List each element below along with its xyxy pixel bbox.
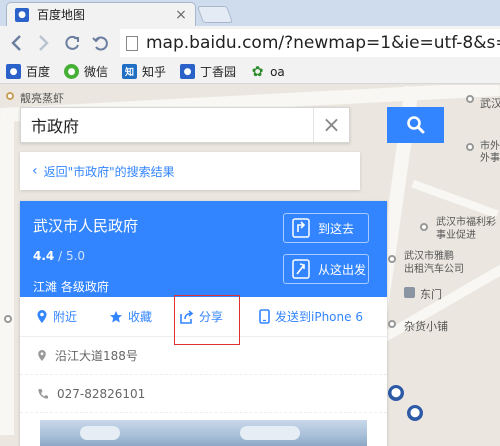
route-to-label: 到这去: [318, 221, 355, 236]
map-road: [0, 115, 14, 435]
phone-text[interactable]: 027-82826101: [57, 387, 145, 401]
undo-icon[interactable]: [86, 29, 114, 57]
map-label: 杂货小铺: [404, 320, 448, 333]
place-rating: 4.4 / 5.0: [33, 249, 85, 263]
location-pin-icon: [37, 310, 47, 323]
address-row: 沿江大道188号: [20, 337, 387, 375]
favorite-label: 收藏: [128, 310, 153, 324]
search-input[interactable]: 市政府: [31, 113, 313, 137]
telephone-icon: [38, 388, 48, 399]
route-from-here-button[interactable]: 从这出发: [283, 254, 369, 284]
route-from-label: 从这出发: [318, 262, 367, 277]
route-to-icon: [292, 218, 310, 238]
map-label: 外事办公: [480, 153, 500, 164]
bookmark-wechat[interactable]: ● 微信: [64, 63, 108, 80]
poi-marker[interactable]: [388, 255, 396, 263]
map-label: 武汉市福利彩: [436, 217, 496, 228]
poi-marker[interactable]: [420, 223, 428, 231]
send-to-phone-button[interactable]: 发送到iPhone 6: [259, 297, 363, 337]
bus-stop-icon[interactable]: ⬤: [388, 385, 404, 401]
bookmark-label: 知乎: [142, 65, 167, 79]
page-icon: [126, 35, 138, 51]
gate-icon: [404, 287, 415, 298]
bookmark-label: 百度: [26, 65, 51, 79]
phone-icon: [259, 309, 270, 324]
zhihu-icon: 知: [122, 64, 138, 79]
map-label: 东门: [420, 288, 442, 301]
search-button[interactable]: [387, 107, 444, 143]
back-arrow-icon[interactable]: [2, 29, 30, 57]
forward-arrow-icon[interactable]: [30, 29, 58, 57]
route-from-icon: [292, 259, 310, 279]
browser-tab-bar: ● 百度地图 ×: [0, 0, 500, 26]
search-icon: [406, 116, 424, 134]
poi-marker[interactable]: [6, 92, 14, 100]
bookmarks-bar: ● 百度 ● 微信 知 知乎 ● 丁香园 ✿ oa: [0, 60, 500, 84]
place-category: 江滩 各级政府: [33, 280, 109, 294]
dxy-paw-icon: ●: [180, 64, 196, 79]
poi-marker[interactable]: [466, 143, 474, 151]
bookmark-dxy[interactable]: ● 丁香园: [180, 63, 236, 80]
place-name: 武汉市人民政府: [33, 217, 139, 235]
map-label: 事业促进: [436, 230, 476, 241]
photo-cloud: [80, 426, 120, 440]
browser-tab[interactable]: ● 百度地图 ×: [6, 2, 196, 26]
reload-icon[interactable]: [58, 29, 86, 57]
nearby-label: 附近: [53, 310, 78, 324]
rating-max: / 5.0: [58, 249, 86, 263]
poi-marker[interactable]: [466, 95, 474, 103]
tab-title: 百度地图: [37, 8, 86, 22]
place-card-header: 武汉市人民政府 4.4 / 5.0 江滩 各级政府 到这去 从这出发: [20, 201, 387, 297]
favorite-button[interactable]: 收藏: [109, 297, 152, 337]
map-label: 出租汽车公司: [404, 264, 464, 275]
send-label: 发送到iPhone 6: [275, 310, 363, 324]
rating-score: 4.4: [33, 249, 55, 263]
bus-stop-icon[interactable]: ⬤: [407, 405, 423, 421]
bookmark-label: 丁香园: [200, 65, 237, 79]
map-label: 靓亮蒸虾: [20, 92, 64, 105]
place-photo[interactable]: [40, 420, 367, 446]
tab-close-icon[interactable]: ×: [173, 7, 189, 23]
photo-cloud: [240, 426, 300, 440]
route-to-here-button[interactable]: 到这去: [283, 213, 369, 243]
address-text: 沿江大道188号: [55, 349, 138, 363]
bookmark-label: oa: [270, 64, 285, 79]
bookmark-oa[interactable]: ✿ oa: [250, 63, 285, 80]
baidu-paw-icon: ●: [15, 7, 29, 22]
bookmark-label: 微信: [84, 65, 109, 79]
map-label: 武汉: [480, 97, 500, 110]
nearby-button[interactable]: 附近: [36, 297, 77, 337]
map-label: 武汉市雅鹏: [404, 251, 454, 262]
place-card: 武汉市人民政府 4.4 / 5.0 江滩 各级政府 到这去 从这出发 附近 收藏…: [20, 201, 387, 446]
back-to-results-link[interactable]: ‹ 返回"市政府"的搜索结果: [20, 152, 360, 190]
oa-gear-icon: ✿: [251, 63, 264, 80]
phone-row: 027-82826101: [20, 375, 387, 413]
back-link-label: 返回"市政府"的搜索结果: [43, 164, 175, 179]
new-tab-button[interactable]: [196, 6, 234, 23]
address-pin-icon: [38, 350, 46, 361]
poi-marker[interactable]: [4, 315, 12, 323]
search-box: 市政府 ×: [20, 107, 350, 143]
clear-search-icon[interactable]: ×: [313, 108, 349, 142]
map-road: [411, 179, 499, 219]
bookmark-baidu[interactable]: ● 百度: [6, 63, 50, 80]
chevron-left-icon: ‹: [32, 163, 38, 179]
url-text: map.baidu.com/?newmap=1&ie=utf-8&s=s%: [146, 33, 500, 53]
poi-marker[interactable]: [388, 320, 396, 328]
wechat-icon: ●: [64, 64, 80, 79]
baidu-paw-icon: ●: [6, 64, 21, 79]
browser-toolbar: map.baidu.com/?newmap=1&ie=utf-8&s=s%: [0, 26, 500, 60]
address-bar[interactable]: map.baidu.com/?newmap=1&ie=utf-8&s=s%: [120, 29, 500, 57]
bookmark-zhihu[interactable]: 知 知乎: [122, 63, 166, 80]
star-icon: [110, 310, 122, 322]
